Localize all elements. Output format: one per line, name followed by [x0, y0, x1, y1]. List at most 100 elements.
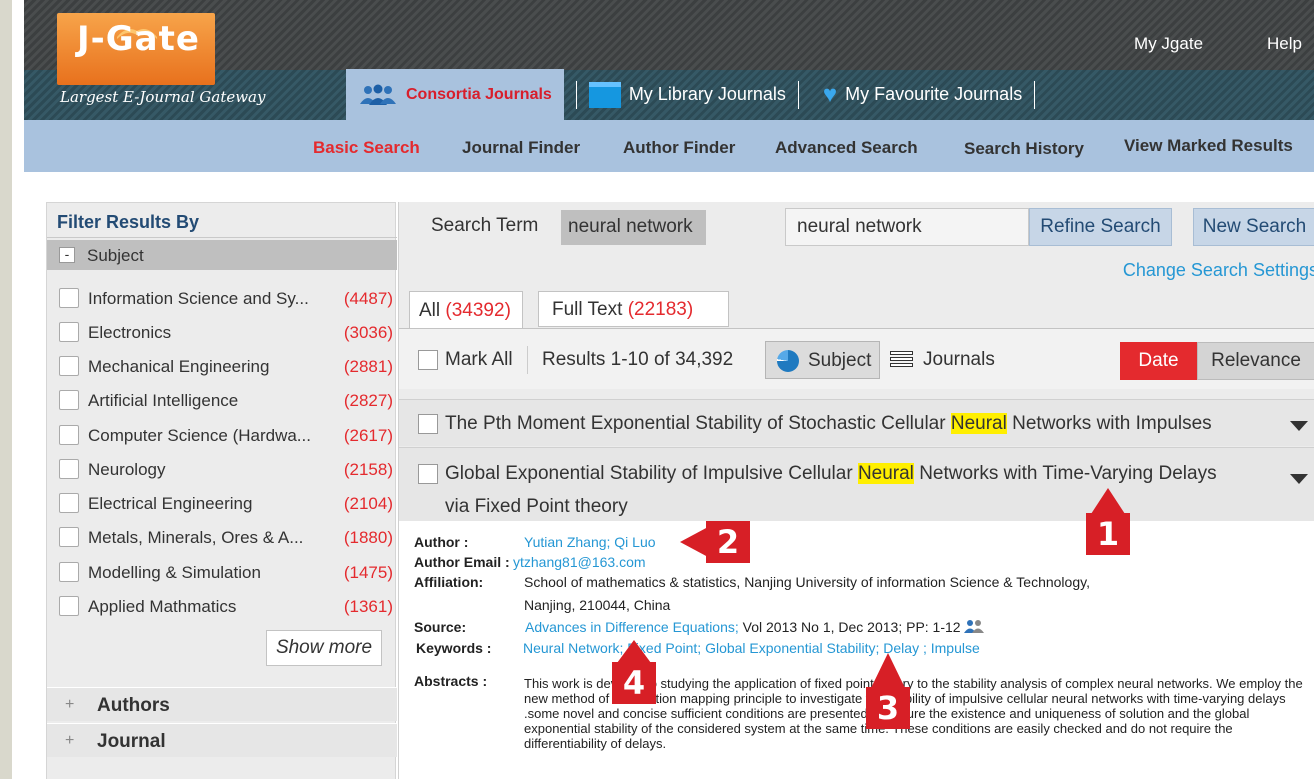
subject-count: (3036)	[343, 323, 393, 342]
journal-section-label: Journal	[97, 731, 166, 752]
annotation-badge-4: 4	[612, 662, 656, 704]
refine-search-button[interactable]: Refine Search	[1029, 208, 1172, 246]
highlight: Neural	[950, 413, 1007, 434]
subject-checkbox[interactable]	[59, 390, 79, 410]
users-icon	[360, 84, 396, 105]
annotation-arrow-1	[1091, 488, 1125, 514]
tab-all[interactable]: All (34392)	[409, 291, 523, 329]
annotation-badge-2: 2	[706, 521, 750, 563]
subject-filter-item[interactable]: Electronics (3036)	[59, 319, 393, 345]
abstract-label: Abstracts :	[414, 673, 488, 689]
subject-section-header[interactable]: - Subject	[47, 240, 397, 270]
subject-checkbox[interactable]	[59, 493, 79, 513]
subject-label: Information Science and Sy...	[88, 289, 309, 308]
collapse-caret-icon[interactable]	[1290, 474, 1308, 484]
subject-checkbox[interactable]	[59, 425, 79, 445]
nav-view-marked-results[interactable]: View Marked Results	[1124, 136, 1293, 156]
tab-consortia-label: Consortia Journals	[406, 85, 552, 103]
result-title[interactable]: The Pth Moment Exponential Stability of …	[445, 407, 1212, 440]
subject-filter-item[interactable]: Neurology (2158)	[59, 456, 393, 482]
result-checkbox[interactable]	[418, 464, 438, 484]
annotation-arrow-2	[680, 527, 708, 557]
annotation-arrow-4	[617, 640, 651, 663]
divider	[527, 346, 528, 374]
author-email-link[interactable]: ytzhang81@163.com	[513, 554, 646, 570]
tab-my-library-journals[interactable]: My Library Journals	[564, 69, 811, 120]
tab-all-count: (34392)	[445, 300, 511, 321]
expand-icon[interactable]: +	[65, 732, 74, 750]
expand-icon[interactable]: +	[65, 696, 74, 714]
result-item-expanded[interactable]: Global Exponential Stability of Impulsiv…	[399, 447, 1314, 521]
expand-caret-icon[interactable]	[1290, 421, 1308, 431]
sort-date-button[interactable]: Date	[1120, 342, 1197, 380]
main-nav: Basic Search Journal Finder Author Finde…	[24, 120, 1314, 172]
subject-checkbox[interactable]	[59, 459, 79, 479]
keywords-label: Keywords :	[416, 640, 492, 656]
annotation-arrow-3	[871, 653, 905, 688]
subject-filter-item[interactable]: Modelling & Simulation (1475)	[59, 559, 393, 585]
subject-view-button[interactable]: Subject	[765, 341, 880, 379]
subject-count: (2104)	[343, 494, 393, 513]
tagline: Largest E-Journal Gateway	[60, 88, 266, 106]
journals-view-link[interactable]: Journals	[923, 349, 995, 371]
nav-basic-search[interactable]: Basic Search	[313, 138, 420, 158]
nav-advanced-search[interactable]: Advanced Search	[775, 138, 918, 158]
consortia-users-icon[interactable]	[962, 619, 986, 633]
keywords-links[interactable]: Neural Network; Fixed Point; Global Expo…	[523, 640, 980, 656]
tab-all-label: All	[419, 300, 441, 321]
results-panel: Search Term neural network Refine Search…	[398, 202, 1314, 779]
subject-label: Modelling & Simulation	[88, 563, 261, 582]
help-link[interactable]: Help	[1267, 34, 1302, 54]
subject-count: (2617)	[343, 426, 393, 445]
tab-consortia-journals[interactable]: Consortia Journals	[346, 69, 564, 120]
subject-checkbox[interactable]	[59, 596, 79, 616]
subject-checkbox[interactable]	[59, 322, 79, 342]
folder-icon	[588, 81, 621, 108]
logo-text: J-Gate	[77, 19, 200, 59]
search-input[interactable]	[785, 208, 1029, 246]
subject-label: Artificial Intelligence	[88, 391, 239, 410]
authors-link[interactable]: Yutian Zhang; Qi Luo	[524, 534, 656, 550]
journals-stack-icon[interactable]	[890, 351, 913, 369]
journal-section-header[interactable]: + Journal	[47, 723, 397, 757]
tab-full-text[interactable]: Full Text (22183)	[538, 291, 729, 327]
subject-label: Metals, Minerals, Ores & A...	[88, 528, 304, 547]
subject-filter-item[interactable]: Computer Science (Hardwa... (2617)	[59, 422, 393, 448]
mark-all-checkbox[interactable]	[418, 350, 438, 370]
result-title[interactable]: Global Exponential Stability of Impulsiv…	[445, 457, 1217, 490]
subject-checkbox[interactable]	[59, 356, 79, 376]
jgate-logo[interactable]: J-Gate	[57, 13, 215, 85]
tab-full-label: Full Text	[552, 299, 623, 320]
result-checkbox[interactable]	[418, 414, 438, 434]
nav-search-history[interactable]: Search History	[964, 139, 1084, 159]
subject-checkbox[interactable]	[59, 562, 79, 582]
journal-tabs: Consortia Journals My Library Journals ♥…	[346, 69, 1047, 120]
sort-relevance-button[interactable]: Relevance	[1197, 342, 1314, 380]
result-details: Author : Yutian Zhang; Qi Luo Author Ema…	[399, 521, 1314, 779]
subject-filter-item[interactable]: Electrical Engineering (2104)	[59, 490, 393, 516]
change-search-settings-link[interactable]: Change Search Settings	[1123, 260, 1314, 281]
show-more-button[interactable]: Show more	[266, 630, 382, 666]
authors-section-label: Authors	[97, 695, 170, 716]
subject-filter-item[interactable]: Artificial Intelligence (2827)	[59, 387, 393, 413]
new-search-button[interactable]: New Search	[1193, 208, 1314, 246]
my-jgate-link[interactable]: My Jgate	[1134, 34, 1203, 54]
subject-filter-item[interactable]: Metals, Minerals, Ores & A... (1880)	[59, 524, 393, 550]
search-term-chip: neural network	[561, 210, 706, 245]
filter-title: Filter Results By	[57, 212, 200, 232]
collapse-icon[interactable]: -	[59, 247, 75, 263]
subject-filter-item[interactable]: Applied Mathmatics (1361)	[59, 593, 393, 619]
nav-journal-finder[interactable]: Journal Finder	[462, 138, 580, 158]
authors-section-header[interactable]: + Authors	[47, 687, 397, 721]
result-title-line2[interactable]: via Fixed Point theory	[445, 490, 628, 523]
subject-filter-item[interactable]: Mechanical Engineering (2881)	[59, 353, 393, 379]
subject-filter-item[interactable]: Information Science and Sy... (4487)	[59, 285, 393, 311]
nav-author-finder[interactable]: Author Finder	[623, 138, 735, 158]
subject-checkbox[interactable]	[59, 527, 79, 547]
source-label: Source:	[414, 619, 467, 635]
subject-button-label: Subject	[808, 350, 872, 371]
subject-checkbox[interactable]	[59, 288, 79, 308]
result-item[interactable]: The Pth Moment Exponential Stability of …	[399, 399, 1314, 446]
tab-my-favourite-journals[interactable]: ♥ My Favourite Journals	[811, 69, 1047, 120]
source-journal-link[interactable]: Advances in Difference Equations;	[525, 619, 739, 635]
